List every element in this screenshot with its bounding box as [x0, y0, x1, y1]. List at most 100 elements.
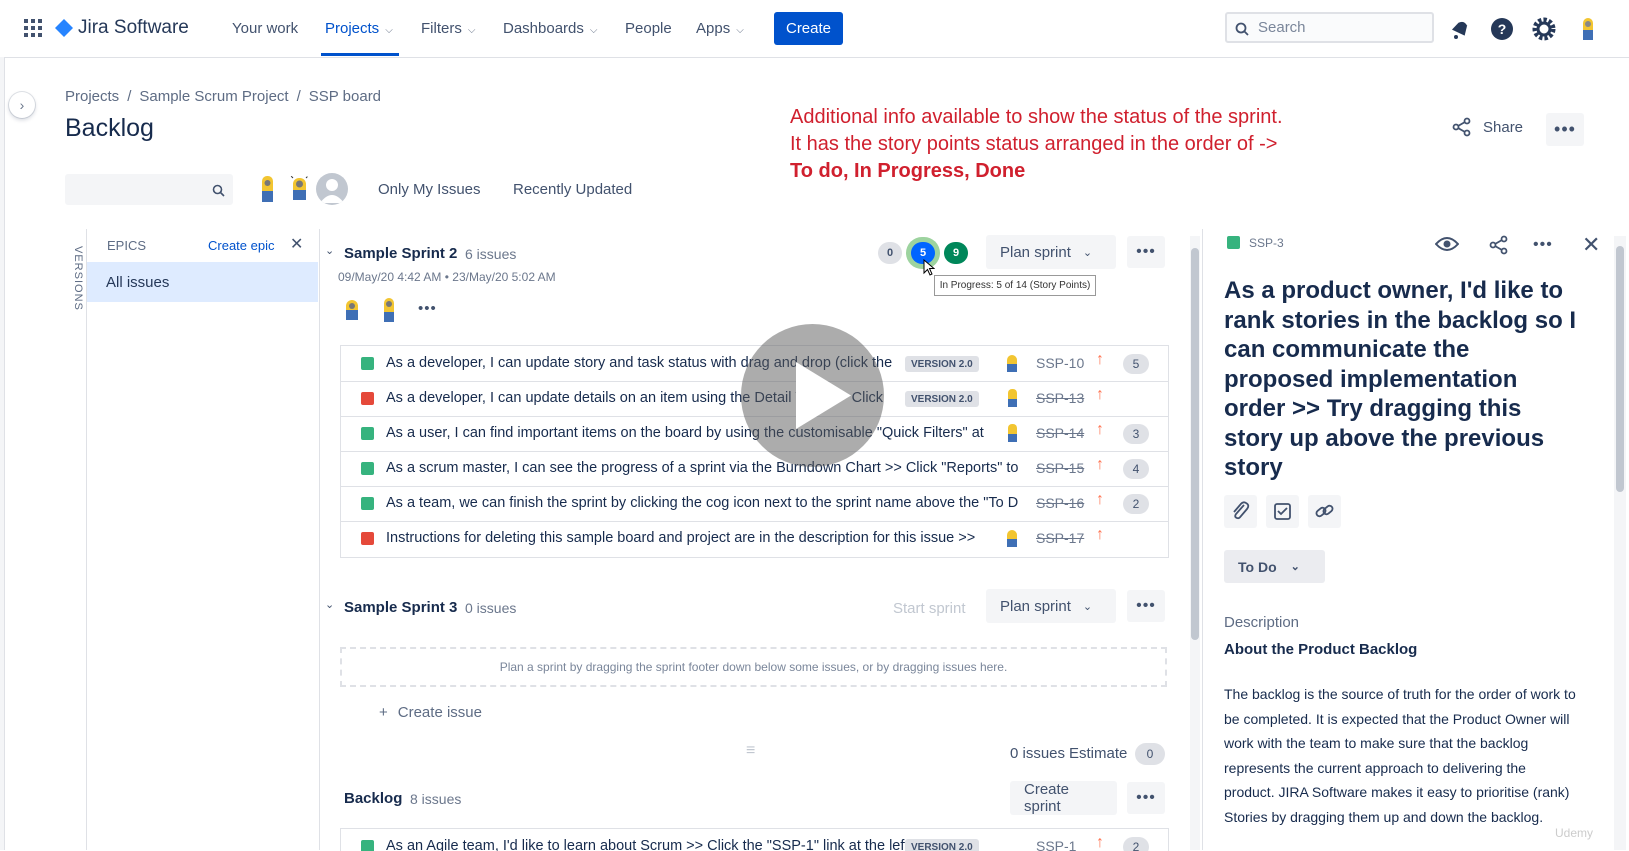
breadcrumb-board[interactable]: SSP board	[309, 88, 381, 105]
sprint-assignee-avatar[interactable]	[375, 296, 403, 324]
versions-tab[interactable]: VERSIONS	[66, 246, 84, 311]
more-assignees-icon[interactable]: •••	[418, 300, 437, 317]
notifications-icon[interactable]	[1449, 18, 1471, 40]
nav-filters-label: Filters	[421, 20, 462, 37]
sprint-assignee-avatar[interactable]	[338, 296, 366, 324]
create-epic-link[interactable]: Create epic	[208, 238, 274, 253]
watch-eye-icon[interactable]	[1435, 235, 1459, 253]
issue-summary: As a user, I can find important items on…	[386, 425, 984, 441]
sprint-name[interactable]: Sample Sprint 3	[344, 599, 457, 616]
nav-projects[interactable]: Projects ⌵	[325, 20, 393, 37]
avatar-filter-unassigned[interactable]	[316, 173, 348, 205]
minion-avatar-icon	[1008, 424, 1017, 442]
share-icon	[1452, 117, 1471, 137]
description-label: Description	[1224, 614, 1300, 631]
priority-high-icon: ↑	[1096, 834, 1104, 851]
backlog-name[interactable]: Backlog	[344, 790, 402, 807]
plan-sprint-label: Plan sprint	[1000, 597, 1071, 615]
avatar-filter-2[interactable]	[284, 174, 314, 204]
nav-apps[interactable]: Apps ⌵	[696, 20, 744, 37]
link-issue-button[interactable]	[1308, 495, 1341, 528]
drag-handle-icon[interactable]: ≡	[746, 742, 755, 760]
settings-gear-icon[interactable]	[1532, 17, 1556, 41]
estimate-badge: 0	[1135, 743, 1165, 765]
plan-sprint-label: Plan sprint	[1000, 243, 1071, 261]
nav-your-work[interactable]: Your work	[232, 20, 298, 37]
story-points-badge: 5	[1123, 354, 1149, 374]
create-sprint-button[interactable]: Create sprint	[1010, 781, 1117, 815]
nav-dashboards[interactable]: Dashboards ⌵	[503, 20, 597, 37]
add-child-issue-button[interactable]	[1266, 495, 1299, 528]
issue-summary: Instructions for deleting this sample bo…	[386, 530, 976, 546]
sprint-name[interactable]: Sample Sprint 2	[344, 245, 457, 262]
sprint-actions-button[interactable]: •••	[1127, 236, 1165, 268]
issue-key[interactable]: SSP-10	[1036, 355, 1084, 371]
issue-key[interactable]: SSP-14	[1036, 425, 1084, 441]
create-issue-button[interactable]: + Create issue	[379, 704, 482, 721]
create-button[interactable]: Create	[774, 12, 843, 45]
sprint-actions-button[interactable]: •••	[1127, 590, 1165, 622]
backlog-issue-list: As an Agile team, I'd like to learn abou…	[340, 828, 1169, 851]
share-button[interactable]: Share	[1452, 117, 1523, 137]
breadcrumb-project[interactable]: Sample Scrum Project	[139, 88, 288, 105]
minion-avatar-icon	[346, 300, 358, 320]
issue-key[interactable]: SSP-1	[1036, 838, 1076, 851]
more-icon[interactable]: •••	[1533, 236, 1553, 254]
paperclip-icon	[1233, 501, 1250, 520]
issue-row[interactable]: As a team, we can finish the sprint by c…	[341, 486, 1168, 522]
video-play-button[interactable]	[741, 324, 884, 467]
scrollbar-thumb[interactable]	[1616, 246, 1624, 492]
breadcrumb-projects[interactable]: Projects	[65, 88, 119, 105]
quick-filter-recently-updated[interactable]: Recently Updated	[513, 181, 632, 198]
attach-button[interactable]	[1224, 495, 1257, 528]
collapse-sprint-icon[interactable]: ⌄	[325, 598, 334, 611]
story-points-done-badge[interactable]: 9	[944, 242, 968, 264]
search-icon	[1235, 22, 1249, 36]
issue-row[interactable]: Instructions for deleting this sample bo…	[341, 521, 1168, 556]
help-icon[interactable]: ?	[1490, 17, 1514, 41]
issue-key[interactable]: SSP-15	[1036, 460, 1084, 476]
start-sprint-button[interactable]: Start sprint	[893, 600, 966, 617]
backlog-search-input[interactable]	[65, 174, 233, 205]
detail-title[interactable]: As a product owner, I'd like to rank sto…	[1224, 276, 1579, 483]
user-avatar[interactable]	[1579, 15, 1597, 43]
search-input[interactable]: Search	[1225, 12, 1434, 43]
app-switcher-icon[interactable]	[24, 19, 42, 37]
issue-key[interactable]: SSP-13	[1036, 390, 1084, 406]
detail-scrollbar[interactable]	[1614, 236, 1626, 850]
priority-high-icon: ↑	[1096, 491, 1104, 508]
avatar-filter-1[interactable]	[252, 174, 282, 204]
nav-people[interactable]: People	[625, 20, 672, 37]
description-text[interactable]: The backlog is the source of truth for t…	[1224, 682, 1576, 829]
story-points-todo-badge[interactable]: 0	[878, 242, 902, 264]
collapse-sprint-icon[interactable]: ⌄	[325, 244, 334, 257]
quick-filter-only-my-issues[interactable]: Only My Issues	[378, 181, 481, 198]
chevron-down-icon: ⌄	[1082, 600, 1093, 613]
issue-key[interactable]: SSP-16	[1036, 495, 1084, 511]
detail-issue-key[interactable]: SSP-3	[1249, 236, 1284, 250]
plan-sprint-button[interactable]: Plan sprint ⌄	[986, 589, 1116, 623]
status-dropdown[interactable]: To Do ⌄	[1224, 550, 1325, 583]
empty-sprint-dropzone[interactable]: Plan a sprint by dragging the sprint foo…	[340, 647, 1167, 687]
nav-filters[interactable]: Filters ⌵	[421, 20, 475, 37]
chevron-down-icon: ⌵	[385, 25, 393, 36]
story-points-badge: 2	[1123, 837, 1149, 851]
backlog-scrollbar[interactable]	[1190, 236, 1200, 850]
sprint-issue-count: 0 issues	[465, 600, 517, 616]
share-icon[interactable]	[1489, 235, 1509, 255]
plan-sprint-button[interactable]: Plan sprint ⌄	[986, 235, 1116, 269]
epic-filter-all-issues[interactable]: All issues	[87, 262, 318, 302]
issue-key[interactable]: SSP-17	[1036, 530, 1084, 546]
expand-sidebar-button[interactable]: ›	[9, 92, 35, 118]
story-type-icon	[361, 462, 374, 475]
annotation-note: Additional info available to show the st…	[790, 104, 1290, 185]
close-detail-icon[interactable]: ✕	[1582, 232, 1600, 258]
backlog-actions-button[interactable]: •••	[1127, 782, 1165, 814]
minion-avatar-icon	[262, 176, 273, 202]
product-name[interactable]: Jira Software	[78, 17, 189, 39]
close-epics-icon[interactable]: ✕	[290, 234, 303, 254]
issue-summary: As a team, we can finish the sprint by c…	[386, 495, 1019, 511]
issue-row[interactable]: As an Agile team, I'd like to learn abou…	[341, 829, 1168, 851]
more-actions-button[interactable]: •••	[1546, 113, 1584, 146]
scrollbar-thumb[interactable]	[1191, 248, 1199, 640]
